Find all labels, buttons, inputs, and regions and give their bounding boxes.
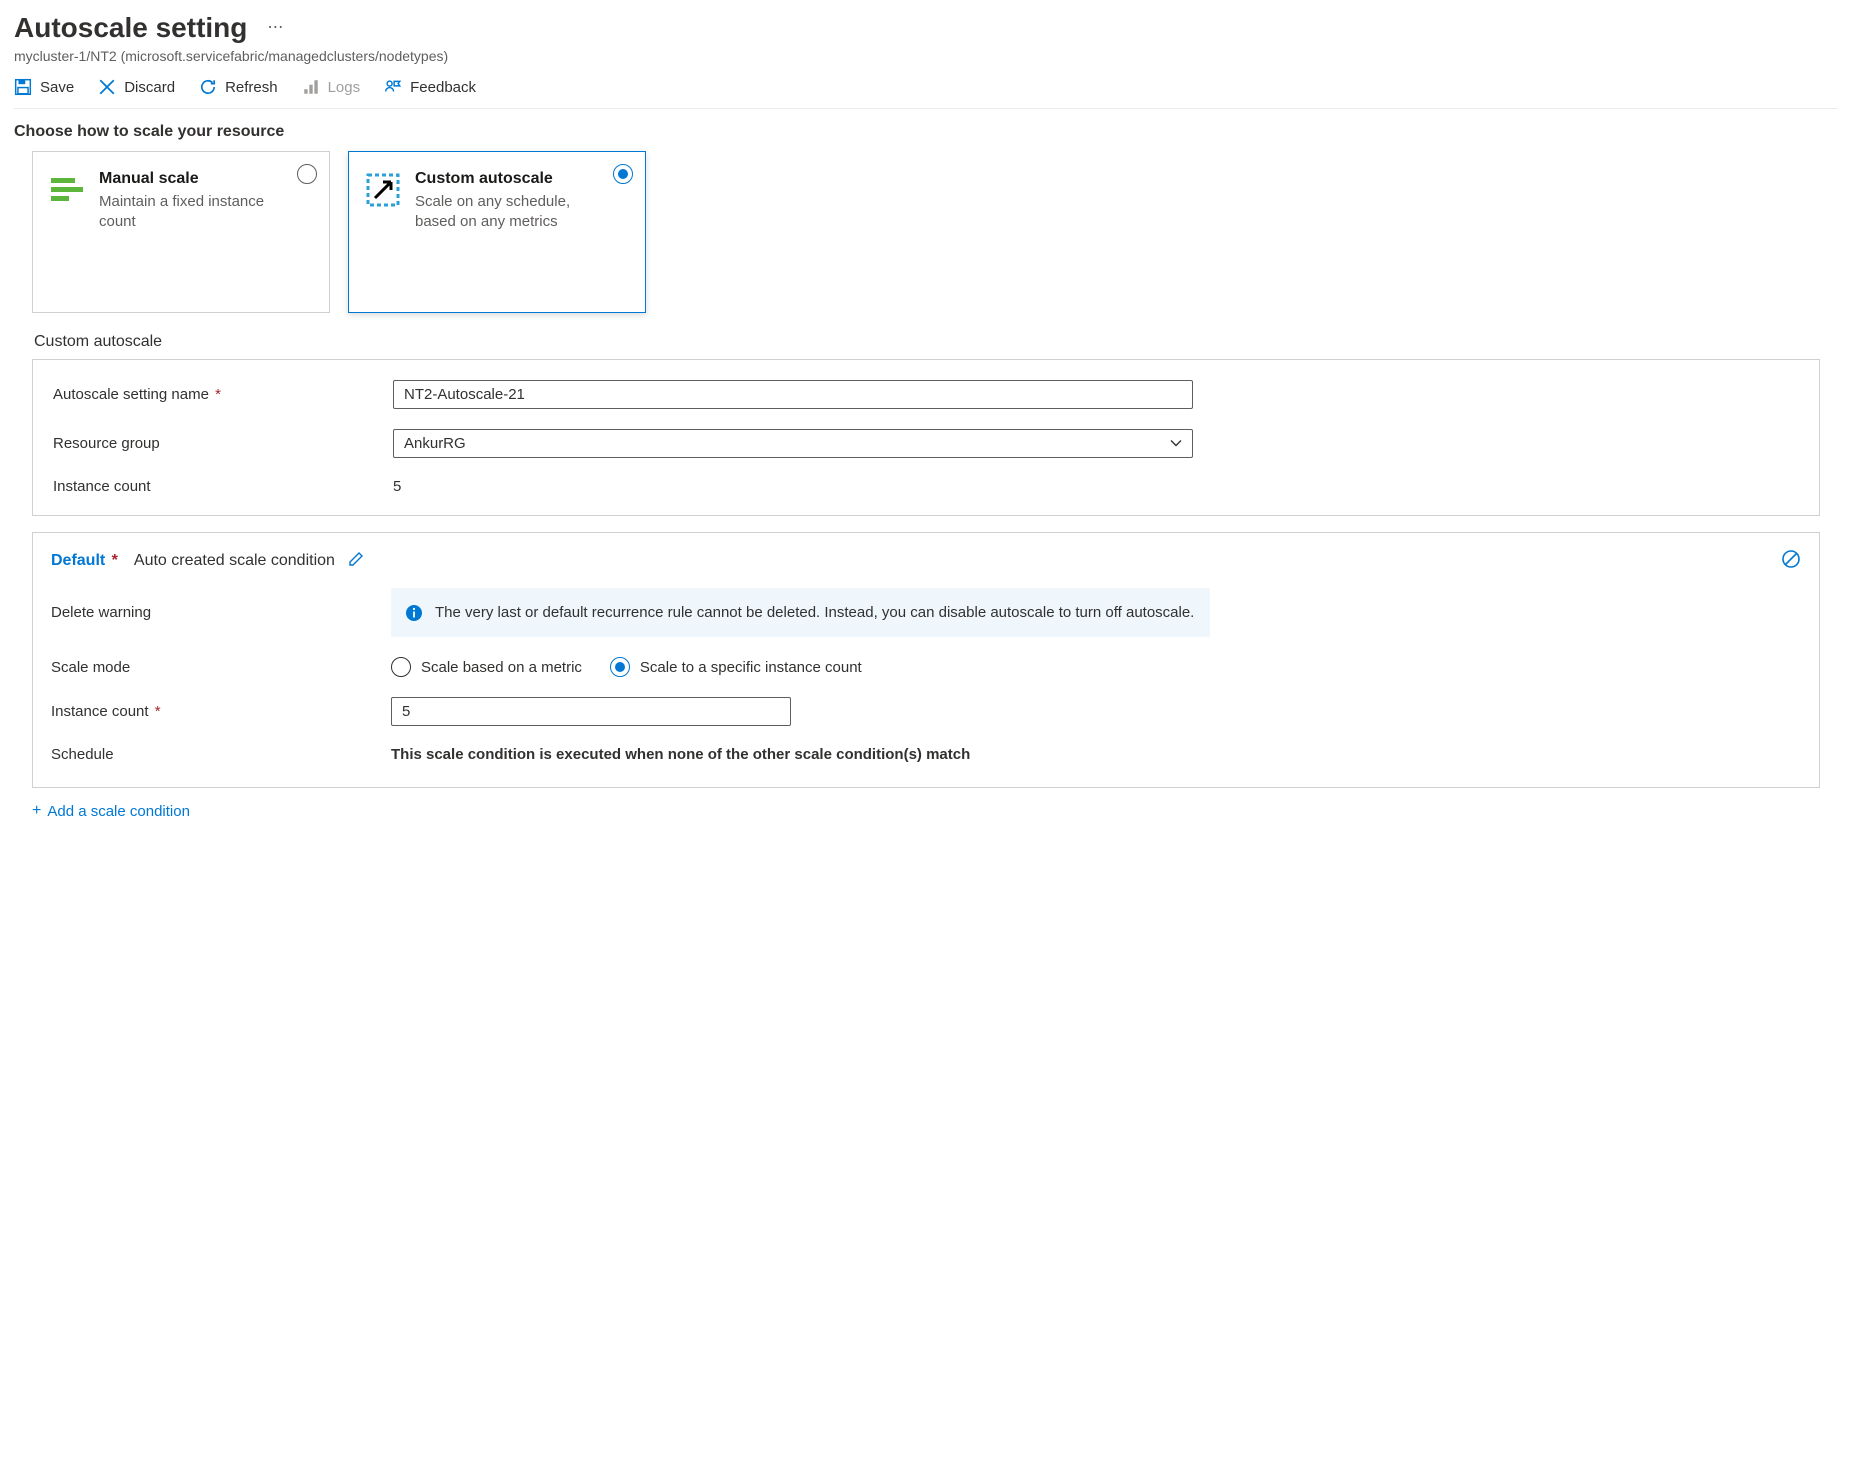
delete-warning-label: Delete warning bbox=[51, 588, 391, 621]
add-scale-condition-link[interactable]: + Add a scale condition bbox=[32, 802, 1838, 820]
plus-icon: + bbox=[32, 802, 41, 820]
save-icon bbox=[14, 78, 32, 96]
custom-autoscale-desc: Scale on any schedule, based on any metr… bbox=[415, 192, 615, 233]
manual-scale-radio[interactable] bbox=[297, 164, 317, 184]
condition-title[interactable]: Default * bbox=[51, 552, 118, 570]
logs-icon bbox=[302, 78, 320, 96]
disable-condition-icon[interactable] bbox=[1781, 549, 1801, 572]
scale-mode-specific-label: Scale to a specific instance count bbox=[640, 659, 862, 676]
scale-option-cards: Manual scale Maintain a fixed instance c… bbox=[32, 151, 1838, 313]
scale-mode-metric-radio[interactable]: Scale based on a metric bbox=[391, 657, 582, 677]
feedback-label: Feedback bbox=[410, 79, 476, 96]
save-label: Save bbox=[40, 79, 74, 96]
scale-mode-specific-radio[interactable]: Scale to a specific instance count bbox=[610, 657, 862, 677]
logs-button: Logs bbox=[302, 78, 361, 96]
close-icon bbox=[98, 78, 116, 96]
discard-label: Discard bbox=[124, 79, 175, 96]
autoscale-settings-panel: Autoscale setting name * Resource group … bbox=[32, 359, 1820, 516]
manual-scale-title: Manual scale bbox=[99, 170, 299, 188]
schedule-label: Schedule bbox=[51, 746, 391, 763]
manual-scale-desc: Maintain a fixed instance count bbox=[99, 192, 299, 233]
resource-group-select[interactable]: AnkurRG bbox=[393, 429, 1193, 458]
refresh-label: Refresh bbox=[225, 79, 278, 96]
save-button[interactable]: Save bbox=[14, 78, 74, 96]
scale-mode-metric-label: Scale based on a metric bbox=[421, 659, 582, 676]
manual-scale-card[interactable]: Manual scale Maintain a fixed instance c… bbox=[32, 151, 330, 313]
custom-autoscale-radio[interactable] bbox=[613, 164, 633, 184]
custom-autoscale-card[interactable]: Custom autoscale Scale on any schedule, … bbox=[348, 151, 646, 313]
delete-warning-text: The very last or default recurrence rule… bbox=[435, 602, 1194, 623]
custom-autoscale-icon bbox=[365, 172, 401, 208]
manual-scale-icon bbox=[49, 172, 85, 208]
setting-name-label: Autoscale setting name * bbox=[53, 386, 393, 403]
choose-heading: Choose how to scale your resource bbox=[14, 123, 1838, 141]
feedback-icon bbox=[384, 78, 402, 96]
more-actions-icon[interactable]: ⋯ bbox=[267, 17, 284, 39]
page-title: Autoscale setting bbox=[14, 12, 247, 44]
custom-autoscale-heading: Custom autoscale bbox=[34, 333, 1838, 351]
refresh-button[interactable]: Refresh bbox=[199, 78, 278, 96]
schedule-text: This scale condition is executed when no… bbox=[391, 746, 970, 763]
edit-condition-icon[interactable] bbox=[347, 550, 365, 571]
discard-button[interactable]: Discard bbox=[98, 78, 175, 96]
logs-label: Logs bbox=[328, 79, 361, 96]
condition-instance-count-input[interactable] bbox=[391, 697, 791, 726]
command-bar: Save Discard Refresh Logs Feedback bbox=[14, 64, 1838, 109]
delete-warning-info: The very last or default recurrence rule… bbox=[391, 588, 1210, 637]
condition-subtitle: Auto created scale condition bbox=[134, 552, 335, 570]
scale-condition-panel: Default * Auto created scale condition D… bbox=[32, 532, 1820, 788]
add-scale-condition-label: Add a scale condition bbox=[47, 803, 190, 820]
refresh-icon bbox=[199, 78, 217, 96]
feedback-button[interactable]: Feedback bbox=[384, 78, 476, 96]
instance-count-label: Instance count bbox=[53, 478, 393, 495]
resource-group-label: Resource group bbox=[53, 435, 393, 452]
custom-autoscale-title: Custom autoscale bbox=[415, 170, 615, 188]
scale-mode-label: Scale mode bbox=[51, 659, 391, 676]
setting-name-input[interactable] bbox=[393, 380, 1193, 409]
breadcrumb: mycluster-1/NT2 (microsoft.servicefabric… bbox=[14, 48, 1838, 64]
instance-count-value: 5 bbox=[393, 478, 401, 495]
condition-instance-count-label: Instance count * bbox=[51, 703, 391, 720]
info-icon bbox=[405, 604, 423, 622]
